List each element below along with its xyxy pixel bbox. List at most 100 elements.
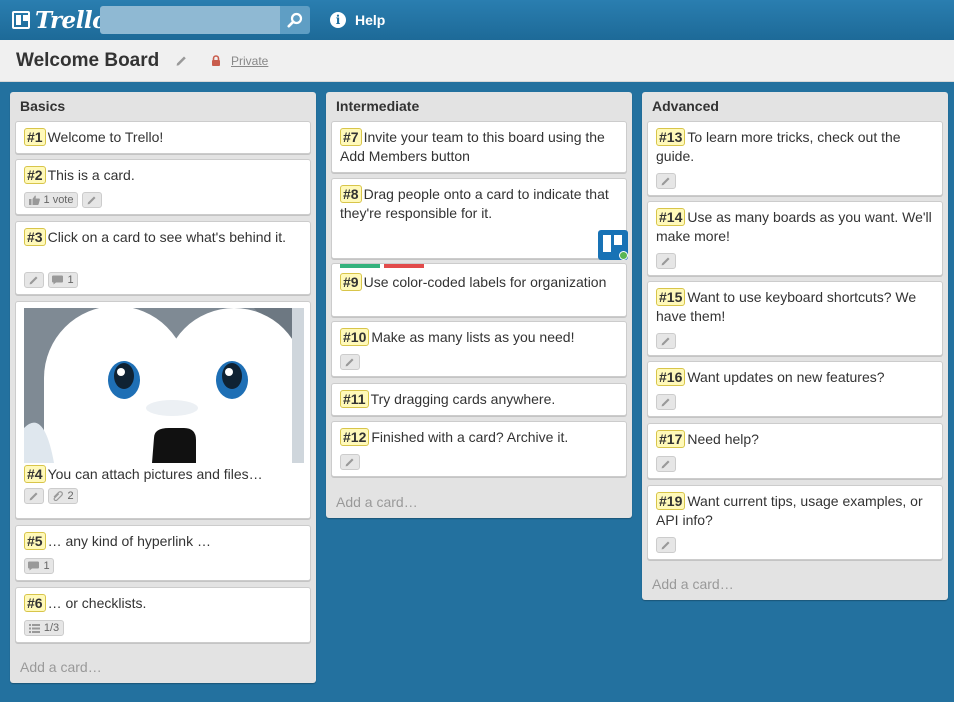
edit-badge[interactable] [340, 354, 360, 370]
card[interactable]: #16 Want updates on new features? [647, 361, 943, 417]
card-number: #17 [656, 430, 686, 448]
online-status-dot [619, 251, 628, 260]
card[interactable]: #12 Finished with a card? Archive it. [331, 421, 627, 477]
add-card-link[interactable]: Add a card… [20, 659, 102, 675]
card-number: #9 [340, 273, 362, 291]
card-title: Drag people onto a card to indicate that… [340, 186, 609, 221]
edit-badge[interactable] [656, 456, 676, 472]
edit-badge[interactable] [24, 272, 44, 288]
attachment-badge[interactable]: 2 [48, 488, 78, 504]
card[interactable]: #1 Welcome to Trello! [15, 121, 311, 154]
card-number: #10 [340, 328, 370, 346]
card[interactable]: #14 Use as many boards as you want. We'll… [647, 201, 943, 276]
edit-badge[interactable] [656, 253, 676, 269]
card-number: #13 [656, 128, 686, 146]
card[interactable]: #3 Click on a card to see what's behind i… [15, 221, 311, 295]
card[interactable]: #13 To learn more tricks, check out the g… [647, 121, 943, 196]
comment-badge[interactable]: 1 [48, 272, 78, 288]
edit-pencil-icon[interactable] [175, 54, 188, 67]
card[interactable]: #5… any kind of hyperlink … 1 [15, 525, 311, 581]
card-title: … or checklists. [47, 595, 147, 611]
card-title: This is a card. [47, 167, 135, 183]
top-bar: Trello i Help [0, 0, 954, 40]
card-title: To learn more tricks, check out the guid… [656, 129, 901, 164]
card[interactable]: #7 Invite your team to this board using t… [331, 121, 627, 173]
add-card-link[interactable]: Add a card… [652, 576, 734, 592]
comment-count: 1 [67, 274, 74, 286]
checklist-progress: 1/3 [43, 622, 60, 634]
comment-badge[interactable]: 1 [24, 558, 54, 574]
attachment-count: 2 [67, 490, 74, 502]
trello-logo[interactable]: Trello [12, 6, 108, 34]
trello-logo-icon [12, 11, 30, 29]
edit-badge[interactable] [656, 333, 676, 349]
card[interactable]: #11 Try dragging cards anywhere. [331, 383, 627, 416]
vote-count: 1 vote [43, 194, 74, 206]
card-title: Make as many lists as you need! [371, 329, 575, 345]
edit-badge[interactable] [656, 394, 676, 410]
card-number: #19 [656, 492, 686, 510]
edit-pencil-icon [661, 460, 670, 469]
search-button[interactable] [280, 6, 310, 34]
card-title: Finished with a card? Archive it. [371, 429, 569, 445]
card[interactable]: #9 Use color-coded labels for organizatio… [331, 263, 627, 317]
card-title: Want current tips, usage examples, or AP… [656, 493, 923, 528]
vote-badge[interactable]: 1 vote [24, 192, 78, 208]
trello-logo-text: Trello [35, 6, 108, 34]
comment-icon [52, 275, 64, 285]
card[interactable]: #17 Need help? [647, 423, 943, 479]
board-header: Welcome Board Private [0, 40, 954, 82]
edit-badge[interactable] [656, 537, 676, 553]
card[interactable]: #4 You can attach pictures and files… 2 [15, 301, 311, 519]
card-number: #11 [340, 390, 369, 408]
list-basics: Basics #1 Welcome to Trello! #2 This is a … [10, 92, 316, 683]
husky-mascot-image [24, 308, 304, 463]
edit-pencil-icon [661, 257, 670, 266]
list-intermediate: Intermediate #7 Invite your team to this … [326, 92, 632, 518]
list-advanced: Advanced #13 To learn more tricks, check … [642, 92, 948, 600]
board-title[interactable]: Welcome Board [16, 50, 159, 72]
card-number: #7 [340, 128, 362, 146]
card-number: #15 [656, 288, 686, 306]
card-number: #3 [24, 228, 46, 246]
card[interactable]: #8 Drag people onto a card to indicate th… [331, 178, 628, 260]
card-number: #5 [24, 532, 46, 550]
list-title[interactable]: Advanced [652, 98, 719, 114]
card[interactable]: #2 This is a card. 1 vote [15, 159, 311, 215]
card-number: #14 [656, 208, 686, 226]
paperclip-icon [54, 491, 64, 501]
card-number: #2 [24, 166, 46, 184]
list-title[interactable]: Basics [20, 98, 65, 114]
card-number: #4 [24, 465, 46, 483]
card-cover-image [24, 308, 304, 463]
edit-badge[interactable] [82, 192, 102, 208]
edit-badge[interactable] [656, 173, 676, 189]
edit-pencil-icon [661, 541, 670, 550]
card[interactable]: #15 Want to use keyboard shortcuts? We ha… [647, 281, 943, 356]
search-input[interactable] [100, 6, 280, 34]
card[interactable]: #6… or checklists. 1/3 [15, 587, 311, 643]
card-number: #8 [340, 185, 362, 203]
edit-badge[interactable] [24, 488, 44, 504]
card-title: Invite your team to this board using the… [340, 129, 605, 164]
edit-pencil-icon [87, 196, 96, 205]
edit-pencil-icon [345, 458, 354, 467]
comment-icon [28, 561, 40, 571]
add-card-link[interactable]: Add a card… [336, 494, 418, 510]
edit-pencil-icon [345, 358, 354, 367]
label-green [340, 264, 380, 268]
card-title: … any kind of hyperlink … [47, 533, 211, 549]
help-button[interactable]: i Help [330, 10, 385, 30]
lock-icon [212, 55, 220, 66]
list-title[interactable]: Intermediate [336, 98, 419, 114]
card-number: #6 [24, 594, 46, 612]
card-title: You can attach pictures and files… [47, 466, 263, 482]
card[interactable]: #19 Want current tips, usage examples, or… [647, 485, 943, 560]
visibility-link[interactable]: Private [231, 54, 268, 68]
edit-badge[interactable] [340, 454, 360, 470]
card-number: #1 [24, 128, 46, 146]
checklist-badge[interactable]: 1/3 [24, 620, 64, 636]
thumbs-up-icon [28, 195, 40, 205]
card[interactable]: #10 Make as many lists as you need! [331, 321, 627, 377]
card-number: #16 [656, 368, 686, 386]
